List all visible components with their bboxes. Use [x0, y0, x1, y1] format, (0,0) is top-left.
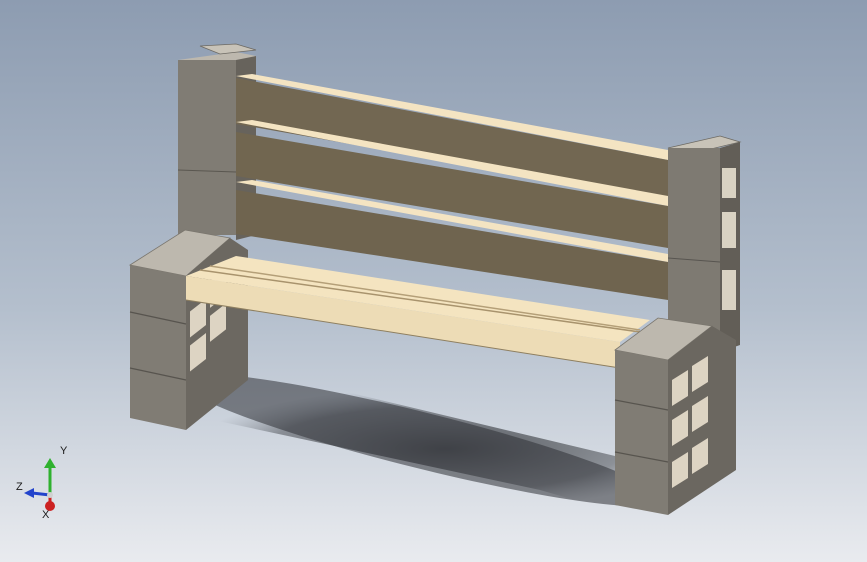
- graphics-viewport[interactable]: Y Z X: [0, 0, 867, 562]
- right-arm-blocks: [614, 317, 736, 515]
- x-axis-label: X: [42, 509, 50, 520]
- y-axis-label: Y: [60, 445, 68, 457]
- y-axis-arrowhead: [44, 458, 56, 468]
- triad-origin: [47, 492, 53, 498]
- z-axis-label: Z: [16, 481, 23, 493]
- z-axis-arrowhead: [24, 488, 34, 498]
- right-back-pillar: [667, 135, 742, 352]
- orientation-triad[interactable]: Y Z X: [14, 440, 84, 520]
- bench-model-view[interactable]: [0, 0, 867, 562]
